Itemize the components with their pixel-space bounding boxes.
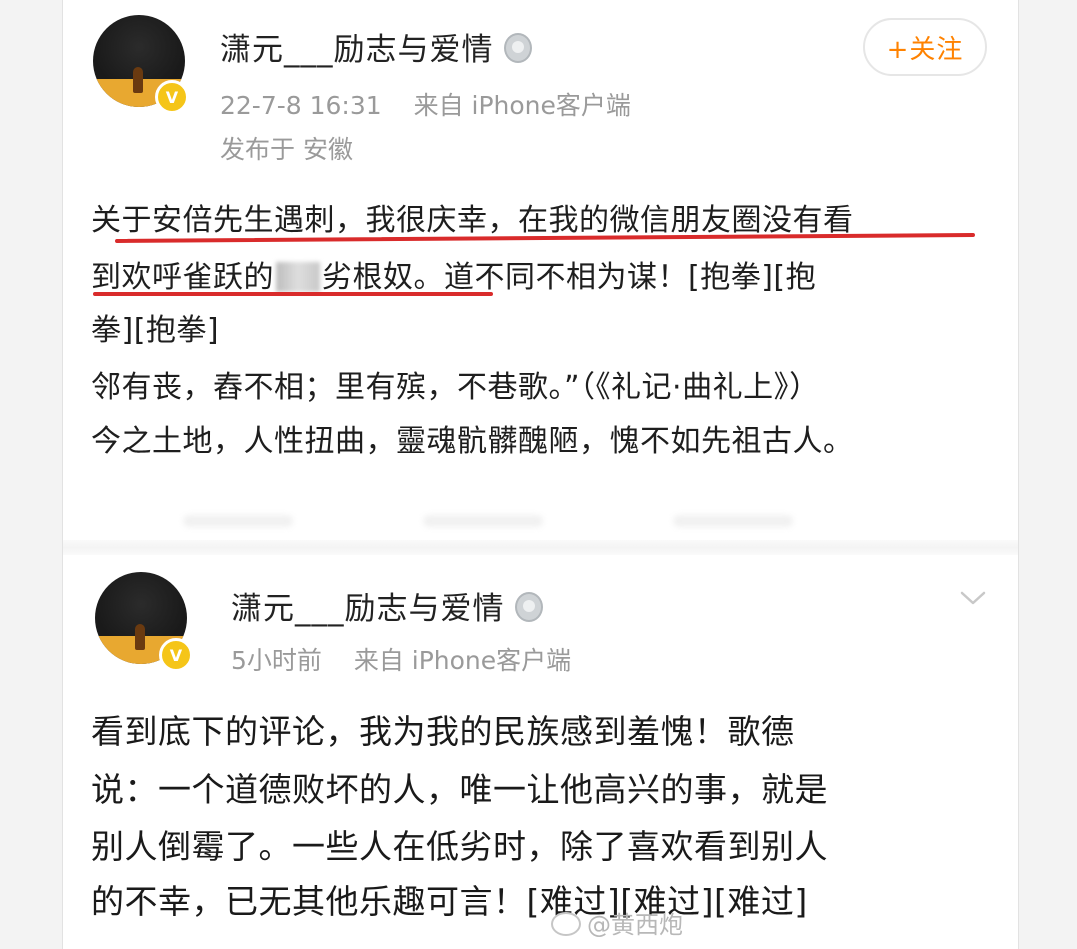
post-text-line: 的不幸，已无其他乐趣可言！[难过][难过][难过] <box>91 882 808 921</box>
post-source: 来自 iPhone客户端 <box>413 91 631 120</box>
post-text-segment: 劣根奴。道不同不相为谋！[抱拳][抱 <box>322 260 817 295</box>
post-text-line: 看到底下的评论，我为我的民族感到羞愧！歌德 <box>91 712 795 751</box>
medal-icon <box>503 33 532 63</box>
follow-button[interactable]: +关注 <box>863 18 987 76</box>
post-meta: 22-7-8 16:31 来自 iPhone客户端 <box>220 86 631 122</box>
watermark: @黄西炮 <box>551 905 683 940</box>
username-text[interactable]: 潇元___励志与爱情 <box>231 591 505 627</box>
post-time: 22-7-8 16:31 <box>220 91 382 120</box>
post-username[interactable]: 潇元___励志与爱情 <box>231 583 543 628</box>
faded-content <box>183 515 293 527</box>
post-text-line: 关于安倍先生遇刺，我很庆幸，在我的微信朋友圈没有看 <box>91 203 854 238</box>
chevron-down-icon[interactable] <box>959 584 987 612</box>
weibo-post-1: V 潇元___励志与爱情 22-7-8 16:31 来自 iPhone客户端 发… <box>63 0 1018 540</box>
avatar-figure <box>135 624 145 650</box>
verified-badge-icon: V <box>159 638 193 672</box>
faded-content <box>673 515 793 527</box>
post-source: 来自 iPhone客户端 <box>353 646 572 675</box>
post-location: 发布于 安徽 <box>220 135 353 164</box>
weibo-icon <box>551 912 581 936</box>
weibo-post-2: V 潇元___励志与爱情 5小时前 来自 iPhone客户端 看到底下的评论，我… <box>63 555 1018 949</box>
avatar-figure <box>133 67 143 93</box>
watermark-text: @黄西炮 <box>587 911 683 939</box>
post-text-line: 邻有丧，舂不相；里有殡，不巷歌。”（《礼记·曲礼上》） <box>91 370 820 405</box>
post-text-line: 今之土地，人性扭曲，靈魂骯髒醜陋，愧不如先祖古人。 <box>91 424 854 459</box>
post-text-segment: 到欢呼雀跃的 <box>91 260 274 295</box>
username-text[interactable]: 潇元___励志与爱情 <box>220 32 494 68</box>
post-text-line: 别人倒霉了。一些人在低劣时，除了喜欢看到别人 <box>91 827 828 866</box>
post-text-line: 拳][抱拳] <box>91 313 220 348</box>
post-username[interactable]: 潇元___励志与爱情 <box>220 24 532 69</box>
medal-icon <box>514 592 543 622</box>
post-text-line: 到欢呼雀跃的 劣根奴。道不同不相为谋！[抱拳][抱 <box>91 252 816 296</box>
post-time: 5小时前 <box>231 646 322 675</box>
redacted-blur <box>276 262 320 292</box>
verified-badge-icon: V <box>155 80 189 114</box>
screenshot-frame: V 潇元___励志与爱情 22-7-8 16:31 来自 iPhone客户端 发… <box>62 0 1019 949</box>
post-separator <box>63 540 1018 555</box>
faded-content <box>423 515 543 527</box>
post-meta: 5小时前 来自 iPhone客户端 <box>231 641 571 677</box>
red-underline <box>93 292 493 296</box>
post-text-line: 说：一个道德败坏的人，唯一让他高兴的事，就是 <box>91 770 828 809</box>
